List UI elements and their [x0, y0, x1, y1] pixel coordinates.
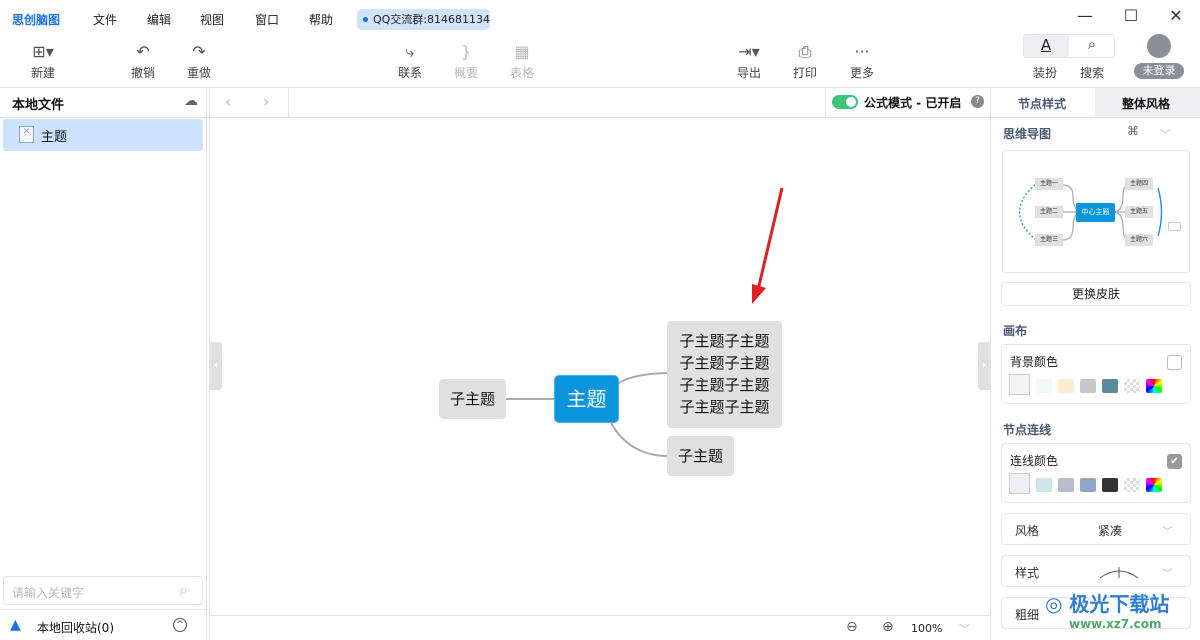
bg-swatch[interactable]	[1102, 379, 1118, 393]
bg-color-current[interactable]	[1009, 374, 1030, 395]
custom-color-swatch[interactable]	[1146, 379, 1162, 393]
bg-color-card: 背景颜色	[1001, 344, 1191, 404]
preview-node: 主题五	[1125, 206, 1153, 218]
chevron-down-icon: ﹀	[1162, 525, 1173, 538]
line-section-title: 节点连线	[1003, 423, 1052, 437]
layout-structure-icon[interactable]: ⌘	[1127, 124, 1139, 138]
preview-node: 主题四	[1125, 178, 1153, 190]
subtopic-left[interactable]: 子主题	[439, 379, 506, 419]
change-skin-button[interactable]: 更换皮肤	[1001, 282, 1191, 306]
line-swatch[interactable]	[1102, 478, 1118, 492]
preview-node: 主题二	[1035, 206, 1063, 218]
line-color-current[interactable]	[1009, 473, 1030, 494]
zoom-out-icon[interactable]: ⊖	[846, 619, 858, 635]
red-arrow	[756, 187, 784, 291]
central-topic[interactable]: 主题	[555, 376, 618, 422]
chevron-down-icon: ﹀	[1162, 567, 1173, 580]
preview-node: 主题六	[1125, 234, 1153, 246]
bg-swatch[interactable]	[1080, 379, 1096, 393]
subtopic-multiline[interactable]: 子主题子主题 子主题子主题 子主题子主题 子主题子主题	[667, 321, 782, 428]
line-swatch[interactable]	[1080, 478, 1096, 492]
subtopic-line: 子主题子主题	[679, 376, 770, 394]
custom-color-swatch[interactable]	[1146, 478, 1162, 492]
watermark-logo: ◎ 极光下载站 www.xz7.com	[1045, 592, 1170, 631]
tab-node-style[interactable]: 节点样式	[1018, 95, 1066, 112]
curve-shape-icon	[1099, 567, 1139, 579]
layout-dropdown-icon[interactable]: ﹀	[1160, 126, 1171, 142]
transparent-swatch[interactable]	[1124, 478, 1140, 492]
transparent-swatch[interactable]	[1124, 379, 1140, 393]
line-shape-select[interactable]: 样式 ﹀	[1001, 555, 1191, 587]
mindmap-section-title: 思维导图	[1003, 127, 1052, 141]
subtopic-line: 子主题子主题	[679, 354, 770, 372]
zoom-dropdown-icon[interactable]: ﹀	[959, 621, 970, 637]
zoom-in-icon[interactable]: ⊕	[882, 619, 894, 635]
tab-overall-style[interactable]: 整体风格	[1122, 95, 1170, 112]
zoom-level: 100%	[911, 622, 943, 635]
style-value: 紧凑	[1098, 524, 1123, 538]
line-swatch[interactable]	[1036, 478, 1052, 492]
subtopic-line: 子主题子主题	[679, 332, 770, 350]
line-swatch[interactable]	[1058, 478, 1074, 492]
bg-swatch[interactable]	[1058, 379, 1074, 393]
subtopic-line: 子主题子主题	[679, 398, 770, 416]
line-color-label: 连线颜色	[1010, 454, 1059, 468]
preview-center: 中心主题	[1076, 203, 1115, 222]
preview-node: 主题一	[1035, 178, 1063, 190]
bg-color-checkbox[interactable]	[1167, 355, 1182, 370]
bg-swatch[interactable]	[1036, 379, 1052, 393]
shape-label: 样式	[1015, 566, 1040, 580]
line-color-checkbox[interactable]: ✔	[1167, 454, 1182, 469]
line-color-card: 连线颜色 ✔	[1001, 443, 1191, 503]
thickness-label: 粗细	[1015, 608, 1040, 622]
preview-node: 主题三	[1035, 234, 1063, 246]
bg-color-label: 背景颜色	[1010, 355, 1059, 369]
theme-preview[interactable]: 主题一 主题二 主题三 中心主题 主题四 主题五 主题六	[1002, 150, 1190, 273]
subtopic-right[interactable]: 子主题	[667, 436, 734, 476]
style-label: 风格	[1015, 524, 1040, 538]
style-select[interactable]: 风格 紧凑 ﹀	[1001, 513, 1191, 545]
canvas-section-title: 画布	[1003, 324, 1028, 338]
